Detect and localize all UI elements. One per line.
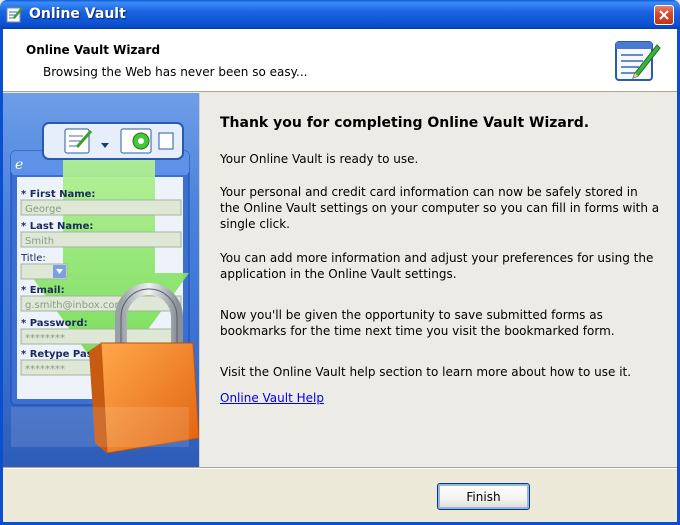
banner-illustration: e * First Name: George * Last Name: Smit… xyxy=(10,122,199,454)
password-label: * Password: xyxy=(21,318,88,329)
wizard-header: Online Vault Wizard Browsing the Web has… xyxy=(3,29,677,92)
finish-button[interactable]: Finish xyxy=(437,483,530,510)
help-link[interactable]: Online Vault Help xyxy=(220,391,324,405)
title-bar[interactable]: Online Vault xyxy=(0,0,680,29)
password-value: ******** xyxy=(25,333,65,344)
svg-text:e: e xyxy=(15,157,23,173)
wizard-title: Online Vault Wizard xyxy=(26,43,161,57)
help-section-text: Visit the Online Vault help section to l… xyxy=(220,365,632,379)
wizard-subtitle: Browsing the Web has never been so easy.… xyxy=(43,65,308,79)
close-button[interactable] xyxy=(654,5,674,25)
form-pencil-icon xyxy=(615,41,661,81)
last-name-label: * Last Name: xyxy=(21,221,93,232)
email-label: * Email: xyxy=(21,285,65,296)
window-title: Online Vault xyxy=(29,6,126,22)
retype-password-value: ******** xyxy=(25,364,65,375)
close-icon xyxy=(659,10,669,20)
info-storage-text: Your personal and credit card informatio… xyxy=(220,185,660,231)
first-name-label: * First Name: xyxy=(21,189,95,200)
last-name-value: Smith xyxy=(25,236,54,247)
preferences-text: You can add more information and adjust … xyxy=(220,251,654,281)
wizard-content: Thank you for completing Online Vault Wi… xyxy=(199,93,677,467)
bookmarks-text: Now you'll be given the opportunity to s… xyxy=(220,308,615,338)
first-name-value: George xyxy=(25,204,61,215)
ready-text: Your Online Vault is ready to use. xyxy=(220,152,419,166)
wizard-banner: e * First Name: George * Last Name: Smit… xyxy=(3,93,199,467)
title-label: Title: xyxy=(20,253,46,264)
email-value: g.smith@inbox.com xyxy=(25,300,124,311)
footer-divider xyxy=(3,467,677,469)
app-icon xyxy=(6,7,23,23)
completion-heading: Thank you for completing Online Vault Wi… xyxy=(220,115,590,131)
toolbar-graphic xyxy=(42,122,184,160)
